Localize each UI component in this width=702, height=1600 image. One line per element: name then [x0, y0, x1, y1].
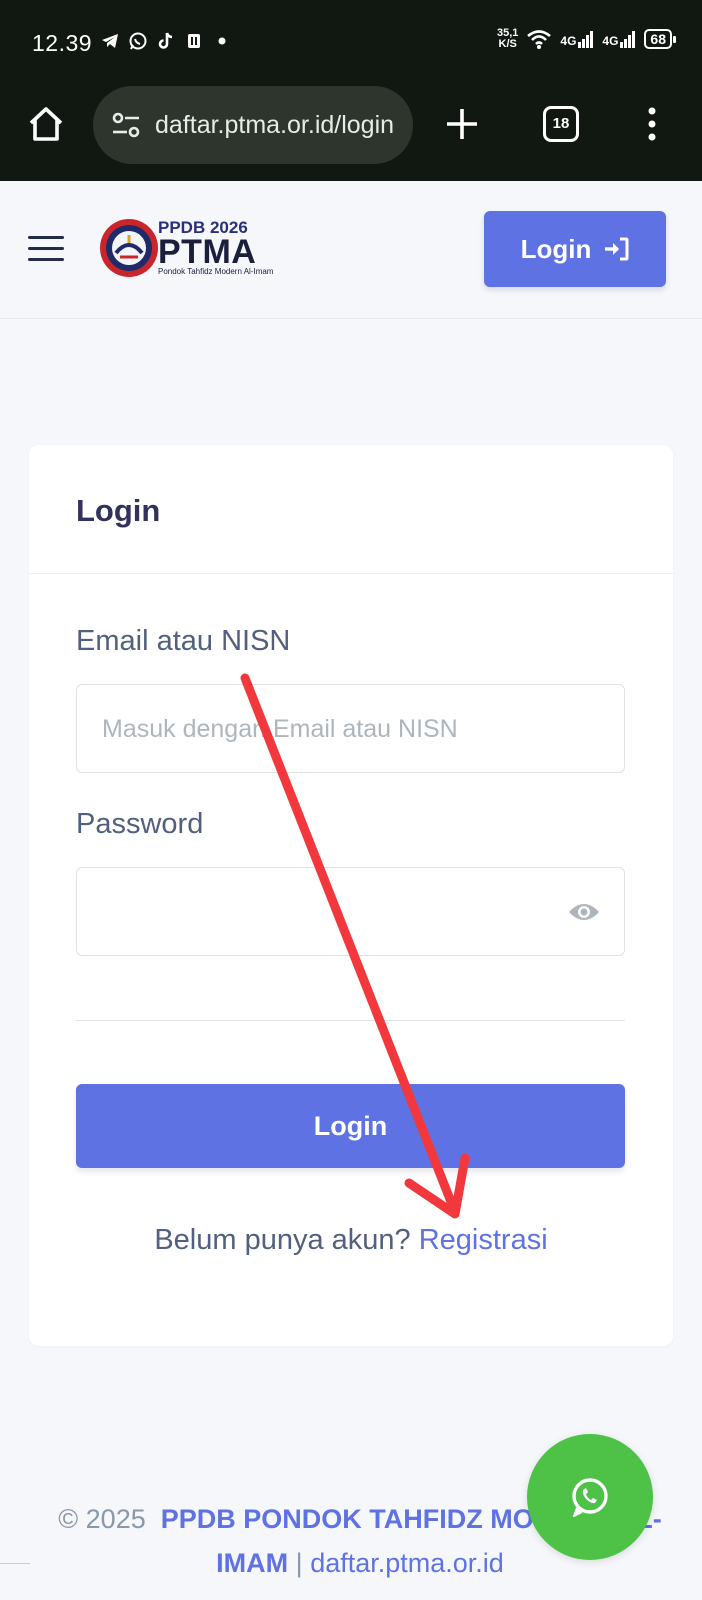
network-type-2: 4G [602, 34, 619, 48]
site-navbar: PPDB 2026 PTMA Pondok Tahfidz Modern Al-… [0, 181, 702, 319]
navbar-login-label: Login [520, 233, 592, 264]
tune-icon[interactable] [109, 108, 143, 142]
signal-bars-icon [620, 31, 636, 48]
battery-indicator: 68 [644, 29, 676, 49]
more-vertical-icon[interactable] [644, 106, 660, 142]
form-divider [76, 1020, 625, 1021]
card-header: Login [29, 445, 673, 574]
logo-main-text: PTMA [158, 233, 257, 271]
url-text[interactable]: daftar.ptma.or.id/login [155, 111, 394, 140]
address-bar[interactable]: daftar.ptma.or.id/login [93, 86, 413, 164]
signal-2: 4G [602, 30, 636, 48]
register-prompt: Belum punya akun? Registrasi [29, 1224, 673, 1257]
footer-domain-link[interactable]: daftar.ptma.or.id [310, 1548, 504, 1578]
password-label: Password [76, 808, 204, 840]
status-time: 12.39 [32, 30, 93, 56]
logo-text: PPDB 2026 PTMA Pondok Tahfidz Modern Al-… [158, 219, 273, 277]
login-submit-button[interactable]: Login [76, 1084, 625, 1168]
eye-icon[interactable] [568, 900, 600, 924]
plus-icon[interactable] [444, 106, 480, 142]
net-speed: 35,1 K/S [497, 28, 518, 50]
network-type-1: 4G [560, 34, 577, 48]
dot-icon [218, 37, 226, 45]
net-speed-unit: K/S [498, 38, 517, 50]
logo-sub-text: Pondok Tahfidz Modern Al-Imam [158, 267, 274, 276]
register-link[interactable]: Registrasi [419, 1224, 548, 1256]
home-icon[interactable] [26, 104, 66, 144]
email-field[interactable]: Masuk dengan Email atau NISN [76, 684, 625, 773]
card-title: Login [76, 493, 161, 528]
email-label: Email atau NISN [76, 625, 291, 657]
password-field[interactable] [76, 867, 625, 956]
navbar-login-button[interactable]: Login [484, 211, 666, 287]
telegram-icon [102, 34, 118, 48]
hamburger-menu-icon[interactable] [28, 236, 64, 262]
signal-bars-icon [578, 31, 594, 48]
footer-copyright: © 2025 [58, 1504, 146, 1534]
tiktok-icon [158, 32, 173, 49]
whatsapp-chat-button[interactable] [527, 1434, 653, 1560]
email-placeholder: Masuk dengan Email atau NISN [102, 715, 458, 743]
notification-icons [100, 31, 232, 51]
status-indicators: 35,1 K/S 4G 4G 68 [497, 28, 676, 50]
site-logo[interactable]: PPDB 2026 PTMA Pondok Tahfidz Modern Al-… [98, 217, 273, 279]
tab-switcher-button[interactable]: 18 [543, 106, 579, 142]
whatsapp-icon [572, 1478, 608, 1517]
register-prompt-text: Belum punya akun? [154, 1224, 411, 1256]
footer-rule [0, 1563, 30, 1564]
app-notification-icon [188, 34, 200, 48]
screen: 12.39 35,1 K/S 4G 4G 68 daftar.ptma.or.i… [0, 0, 702, 1600]
wifi-icon [527, 30, 552, 49]
sign-in-icon [605, 237, 629, 261]
browser-chrome: 12.39 35,1 K/S 4G 4G 68 daftar.ptma.or.i… [0, 0, 702, 181]
whatsapp-notification-icon [129, 32, 147, 50]
signal-1: 4G [560, 30, 594, 48]
login-card: Login Email atau NISN Masuk dengan Email… [29, 445, 673, 1346]
footer-separator: | [295, 1548, 303, 1578]
